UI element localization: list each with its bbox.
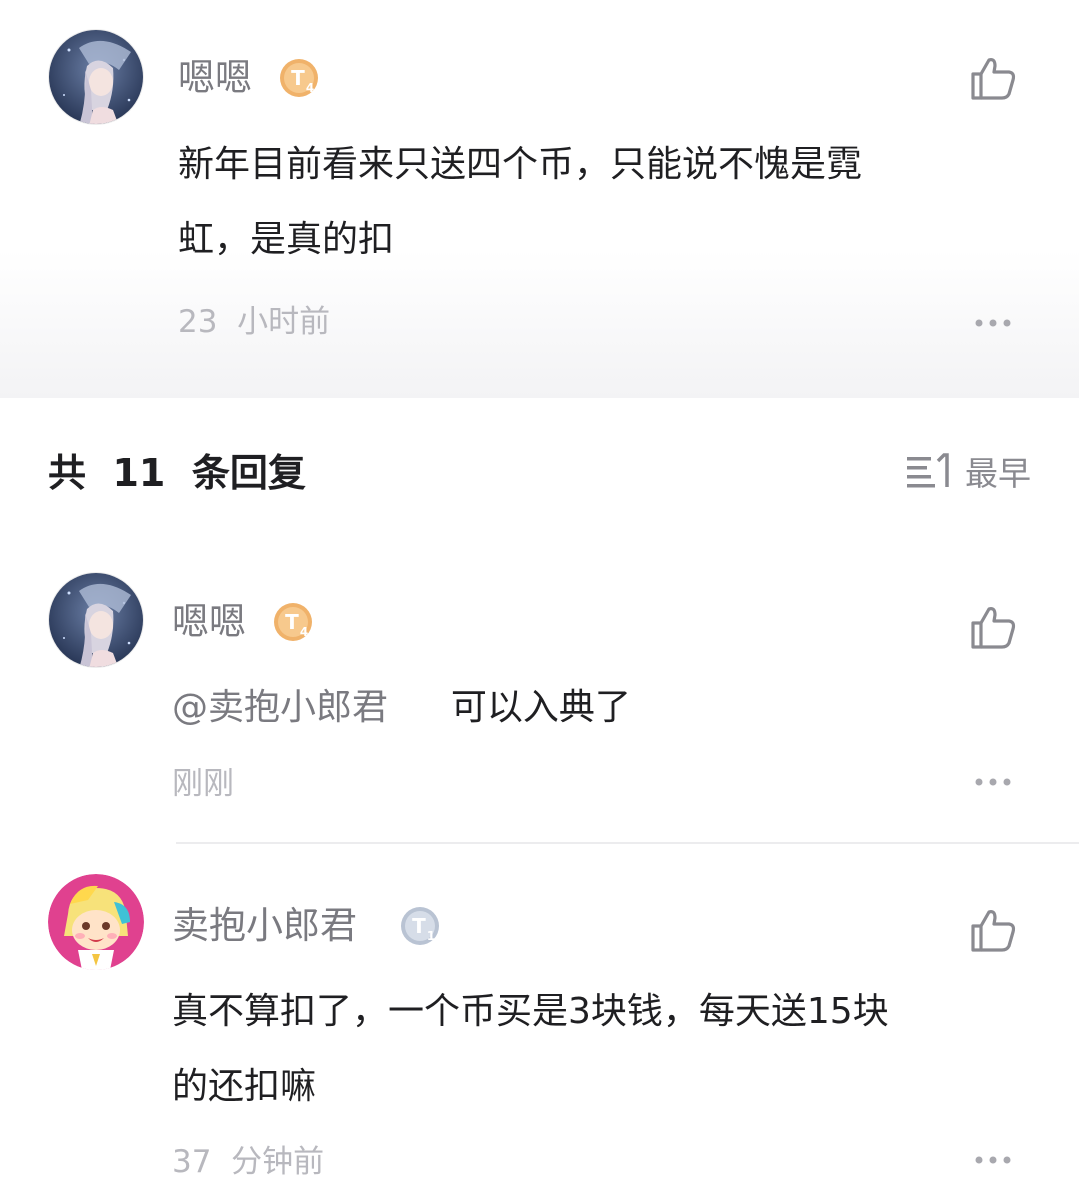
time-unit: 分钟前 xyxy=(231,1144,325,1180)
thumbs-up-icon[interactable] xyxy=(969,603,1017,651)
svg-text:T: T xyxy=(285,610,299,634)
thumbs-up-icon[interactable] xyxy=(969,906,1017,954)
svg-text:4: 4 xyxy=(300,625,308,639)
more-options-icon[interactable] xyxy=(973,318,1013,328)
time-unit: 小时前 xyxy=(237,304,331,340)
level-badge-icon: T 1 xyxy=(401,907,439,945)
timestamp: 刚刚 xyxy=(172,766,234,802)
mention-link[interactable]: @卖抱小郎君 xyxy=(172,687,388,728)
svg-text:T: T xyxy=(412,914,426,938)
reply-text-line-2: 的还扣嘛 xyxy=(172,1066,317,1107)
replies-prefix: 共 xyxy=(48,451,87,495)
level-badge-icon: T 4 xyxy=(274,603,312,641)
timestamp: 23 小时前 xyxy=(178,302,330,342)
username[interactable]: 嗯嗯 xyxy=(178,56,252,100)
comment-text-line-2: 虹，是真的扣 xyxy=(178,219,395,260)
sort-button[interactable]: 最早 xyxy=(907,446,1031,496)
reply-content: 可以入典了 xyxy=(450,687,631,728)
timestamp: 37 分钟前 xyxy=(172,1142,324,1182)
reply-text-line-1: 真不算扣了，一个币买是3块钱，每天送15块 xyxy=(172,991,889,1032)
sort-list-icon xyxy=(907,453,949,488)
main-comment: 嗯嗯 T 4 新年目前看来只送四个币，只能说不愧是霓 虹，是真的扣 23 小时前 xyxy=(0,0,1079,398)
replies-count-header: 共 11 条回复 xyxy=(48,448,306,498)
user-avatar[interactable] xyxy=(48,29,144,125)
divider xyxy=(176,842,1079,844)
replies-count: 11 xyxy=(112,451,166,495)
svg-text:T: T xyxy=(291,66,305,90)
sort-label: 最早 xyxy=(965,454,1031,493)
comment-text-line-1: 新年目前看来只送四个币，只能说不愧是霓 xyxy=(178,144,863,185)
more-options-icon[interactable] xyxy=(973,1155,1013,1165)
more-options-icon[interactable] xyxy=(973,777,1013,787)
reply-text: @卖抱小郎君 可以入典了 xyxy=(172,670,631,745)
time-number: 37 xyxy=(172,1144,212,1180)
level-badge-icon: T 4 xyxy=(280,59,318,97)
time-number: 23 xyxy=(178,304,218,340)
username[interactable]: 卖抱小郎君 xyxy=(172,904,357,948)
replies-suffix: 条回复 xyxy=(191,451,306,495)
svg-text:1: 1 xyxy=(427,929,435,943)
username[interactable]: 嗯嗯 xyxy=(172,600,246,644)
svg-text:4: 4 xyxy=(306,81,314,95)
user-avatar[interactable] xyxy=(48,874,144,970)
user-avatar[interactable] xyxy=(48,572,144,668)
thumbs-up-icon[interactable] xyxy=(969,54,1017,102)
